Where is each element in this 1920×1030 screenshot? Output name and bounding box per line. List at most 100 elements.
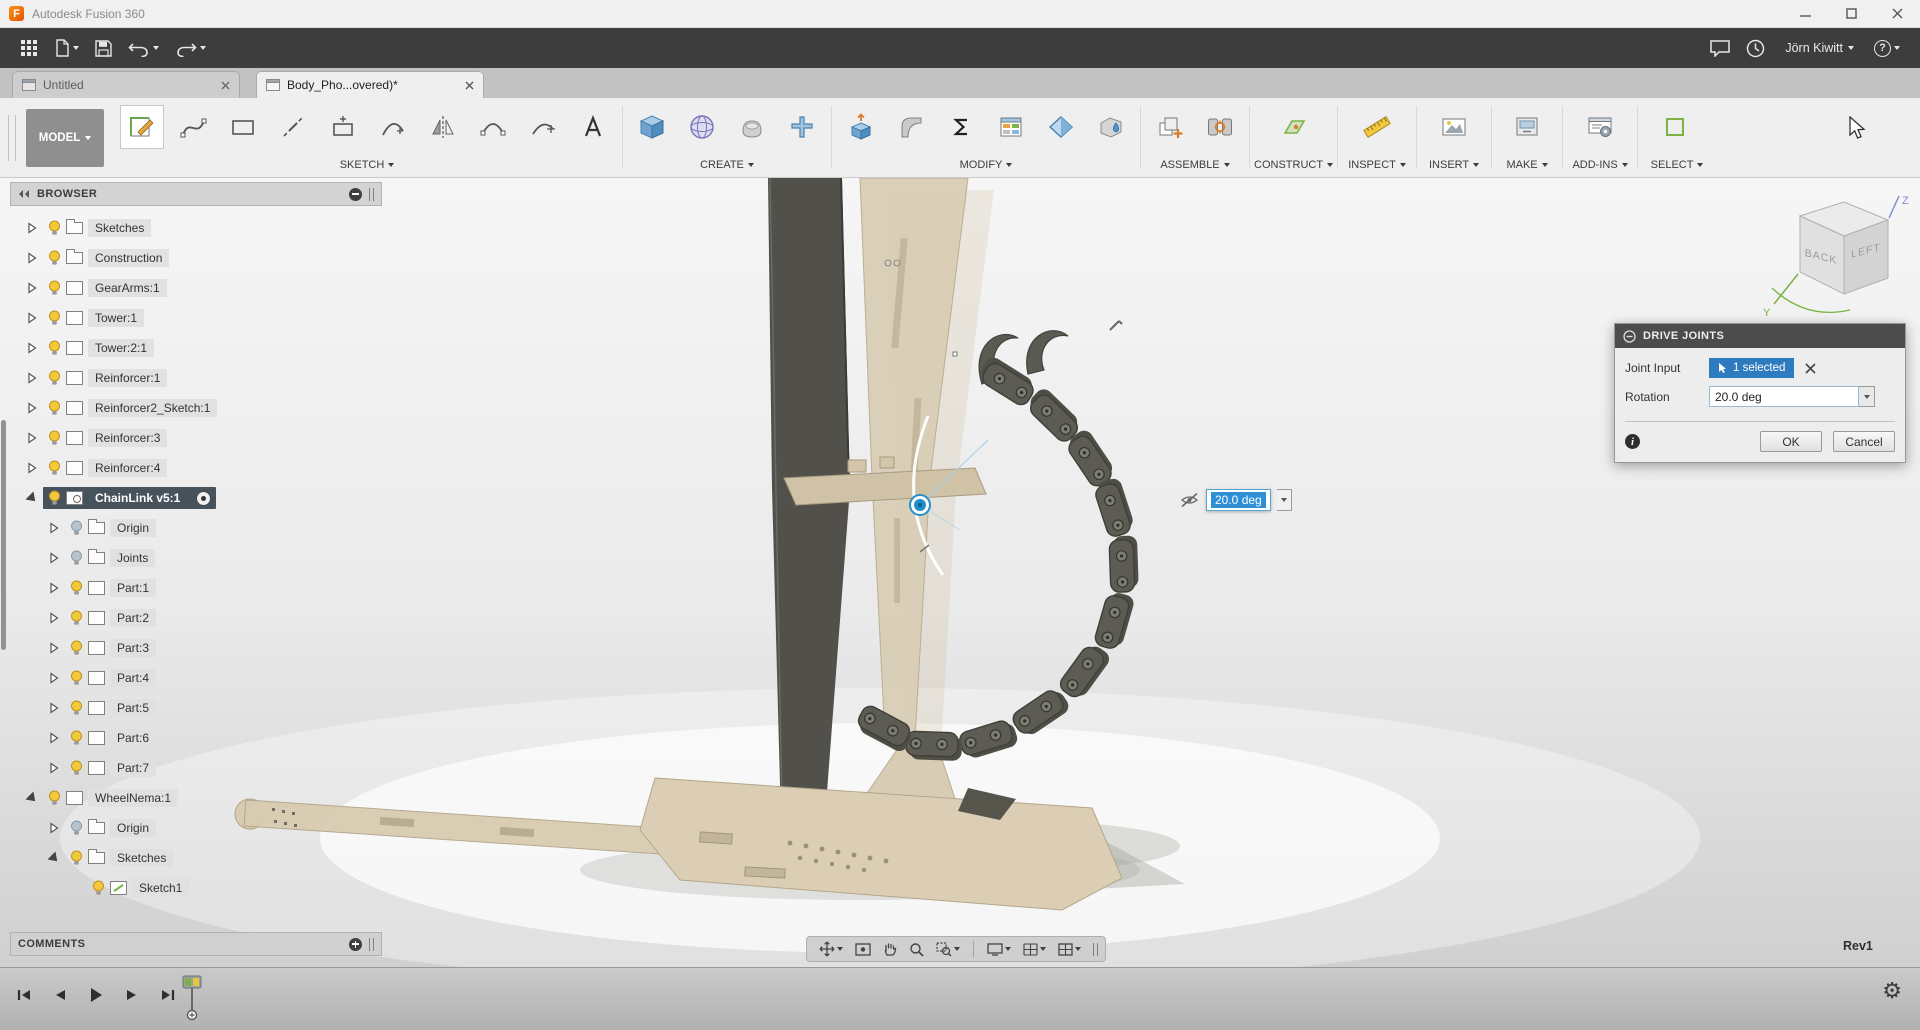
visibility-bulb-icon[interactable] — [48, 400, 61, 416]
visibility-bulb-icon[interactable] — [70, 580, 83, 596]
insert-dropdown[interactable]: INSERT — [1421, 156, 1487, 174]
comments-expand-icon[interactable] — [349, 937, 362, 951]
app-grid-icon[interactable] — [12, 33, 46, 63]
visibility-bulb-icon[interactable] — [70, 700, 83, 716]
expand-arrow-icon[interactable] — [26, 342, 38, 354]
form-icon[interactable] — [727, 102, 777, 152]
conic-curve-icon[interactable] — [368, 102, 418, 152]
arc-icon[interactable] — [468, 102, 518, 152]
expand-arrow-icon[interactable] — [48, 552, 60, 564]
measure-icon[interactable] — [1352, 102, 1402, 152]
browser-tree-row[interactable]: Joints — [10, 543, 382, 573]
angle-manipulator-icon[interactable] — [1180, 492, 1200, 508]
collapse-panel-icon[interactable] — [18, 189, 30, 199]
step-back-button[interactable] — [48, 984, 72, 1006]
assemble-dropdown[interactable]: ASSEMBLE — [1145, 156, 1245, 174]
visibility-bulb-icon[interactable] — [70, 640, 83, 656]
visibility-bulb-icon[interactable] — [70, 850, 83, 866]
view-cube[interactable]: BACK LEFT Z Y — [1758, 192, 1918, 342]
orbit-icon[interactable] — [814, 938, 848, 960]
browser-tree-row[interactable]: Reinforcer:4 — [10, 453, 382, 483]
sphere-icon[interactable] — [677, 102, 727, 152]
browser-tree-row[interactable]: Part:6 — [10, 723, 382, 753]
browser-tree-row[interactable]: Reinforcer:3 — [10, 423, 382, 453]
expand-arrow-icon[interactable] — [26, 372, 38, 384]
save-button[interactable] — [87, 33, 120, 63]
visibility-bulb-icon[interactable] — [48, 370, 61, 386]
rotation-dropdown-icon[interactable] — [1859, 386, 1875, 407]
section-analysis-icon[interactable] — [1036, 102, 1086, 152]
clear-selection-icon[interactable] — [1805, 362, 1817, 374]
tab-body-pho[interactable]: Body_Pho...overed)* — [256, 71, 484, 98]
browser-scrollbar[interactable] — [1, 420, 6, 650]
press-pull-icon[interactable] — [836, 102, 886, 152]
rotation-input[interactable]: 20.0 deg — [1709, 386, 1859, 407]
workspace-switcher[interactable]: MODEL — [26, 108, 104, 167]
fillet-icon[interactable] — [886, 102, 936, 152]
visibility-bulb-icon[interactable] — [70, 760, 83, 776]
expand-arrow-icon[interactable] — [26, 222, 38, 234]
scripts-addins-icon[interactable] — [1575, 102, 1625, 152]
browser-tree-row[interactable]: Sketches — [10, 843, 382, 873]
tab-untitled[interactable]: Untitled — [12, 71, 240, 98]
browser-tree-row[interactable]: Tower:1 — [10, 303, 382, 333]
browser-tree-row[interactable]: Part:7 — [10, 753, 382, 783]
visibility-bulb-icon[interactable] — [70, 730, 83, 746]
joint-input-selection[interactable]: 1 selected — [1709, 358, 1795, 378]
viewport-layout-icon[interactable] — [1053, 938, 1086, 960]
panel-grip[interactable] — [369, 187, 374, 201]
joint-icon[interactable] — [1195, 102, 1245, 152]
dialog-header[interactable]: DRIVE JOINTS — [1615, 324, 1905, 348]
visibility-bulb-icon[interactable] — [92, 880, 105, 896]
toolbar-grip[interactable] — [8, 114, 16, 161]
browser-tree-row[interactable]: Part:1 — [10, 573, 382, 603]
expand-arrow-icon[interactable] — [48, 732, 60, 744]
play-button[interactable] — [84, 984, 108, 1006]
browser-tree-row[interactable]: WheelNema:1 — [10, 783, 382, 813]
minimize-button[interactable] — [1782, 0, 1828, 27]
visibility-bulb-icon[interactable] — [48, 460, 61, 476]
visibility-bulb-icon[interactable] — [48, 430, 61, 446]
expand-arrow-icon[interactable] — [48, 762, 60, 774]
rectangle-icon[interactable] — [218, 102, 268, 152]
browser-tree-row[interactable]: Construction — [10, 243, 382, 273]
expand-arrow-icon[interactable] — [24, 490, 41, 507]
sketch-dropdown[interactable]: SKETCH — [116, 156, 618, 174]
create-dropdown[interactable]: CREATE — [627, 156, 827, 174]
create-sketch-icon[interactable] — [120, 105, 164, 149]
parameters-sigma-icon[interactable] — [936, 102, 986, 152]
angle-dropdown-icon[interactable] — [1276, 489, 1292, 511]
extrude-icon[interactable] — [627, 102, 677, 152]
visibility-bulb-icon[interactable] — [70, 520, 83, 536]
mirror-icon[interactable] — [418, 102, 468, 152]
timeline-position-marker[interactable] — [182, 974, 208, 1024]
tab-close-icon[interactable] — [221, 81, 230, 90]
browser-collapse-all-icon[interactable] — [349, 187, 362, 201]
browser-tree-row[interactable]: Origin — [10, 513, 382, 543]
browser-tree-row[interactable]: Part:5 — [10, 693, 382, 723]
pipe-icon[interactable] — [777, 102, 827, 152]
browser-tree-row[interactable]: Reinforcer:1 — [10, 363, 382, 393]
two-point-rectangle-icon[interactable] — [318, 102, 368, 152]
visibility-bulb-icon[interactable] — [48, 280, 61, 296]
visibility-bulb-icon[interactable] — [70, 670, 83, 686]
visibility-bulb-icon[interactable] — [48, 340, 61, 356]
pan-icon[interactable] — [878, 938, 902, 960]
visibility-bulb-icon[interactable] — [48, 790, 61, 806]
expand-arrow-icon[interactable] — [48, 642, 60, 654]
expand-arrow-icon[interactable] — [26, 252, 38, 264]
expand-arrow-icon[interactable] — [24, 790, 41, 807]
job-status-clock-icon[interactable] — [1738, 33, 1773, 63]
make-dropdown[interactable]: MAKE — [1496, 156, 1558, 174]
visibility-bulb-icon[interactable] — [70, 550, 83, 566]
browser-tree-row[interactable]: Part:3 — [10, 633, 382, 663]
expand-arrow-icon[interactable] — [26, 312, 38, 324]
expand-arrow-icon[interactable] — [26, 462, 38, 474]
browser-tree-row[interactable]: ChainLink v5:1 — [10, 483, 382, 513]
user-menu[interactable]: Jörn Kiwitt — [1773, 41, 1866, 55]
expand-arrow-icon[interactable] — [26, 402, 38, 414]
tab-close-icon[interactable] — [465, 81, 474, 90]
browser-tree-row[interactable]: Part:4 — [10, 663, 382, 693]
browser-tree-row[interactable]: Reinforcer2_Sketch:1 — [10, 393, 382, 423]
visibility-bulb-icon[interactable] — [48, 250, 61, 266]
